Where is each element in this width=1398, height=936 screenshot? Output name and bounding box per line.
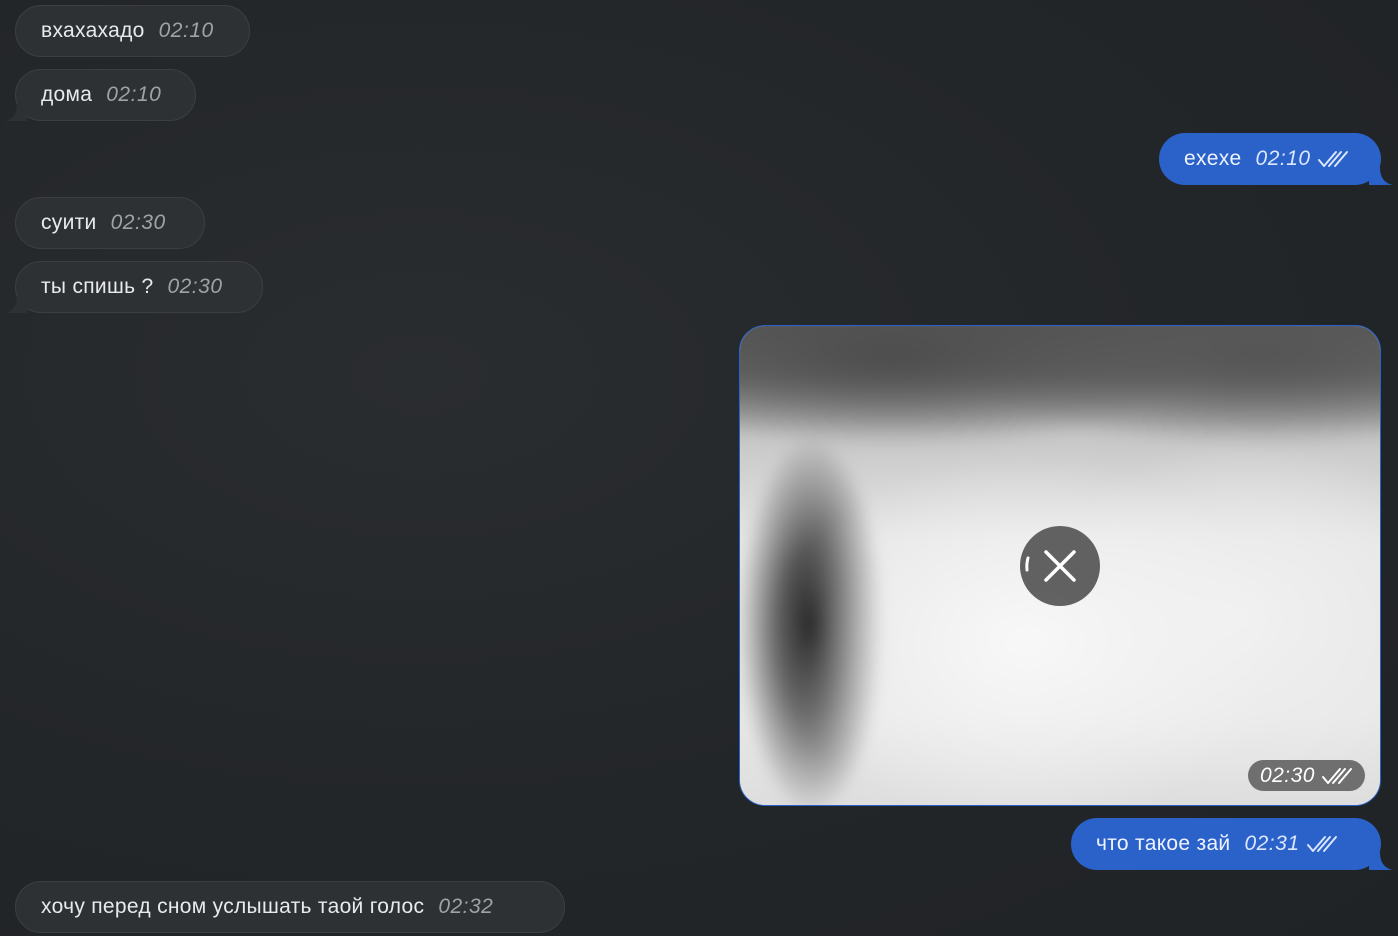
- message-time: 02:30: [1259, 763, 1315, 787]
- incoming-message[interactable]: хочу перед сном услышать таой голос 02:3…: [15, 881, 565, 933]
- message-time: 02:10: [106, 83, 162, 106]
- message-text: ты спишь ?: [41, 275, 154, 298]
- message-time: 02:30: [110, 211, 166, 234]
- message-time: 02:10: [1255, 147, 1311, 170]
- double-check-icon: [1317, 151, 1348, 167]
- double-check-icon: [1306, 836, 1337, 852]
- message-text: суити: [41, 211, 97, 234]
- message-time: 02:10: [158, 19, 214, 42]
- incoming-message[interactable]: суити 02:30: [15, 197, 205, 249]
- outgoing-message[interactable]: что такое зай 02:31: [1071, 818, 1393, 870]
- bubble-tail: [1369, 850, 1393, 870]
- cancel-download-button[interactable]: [1020, 526, 1100, 606]
- incoming-message[interactable]: вхахахадо 02:10: [15, 5, 250, 57]
- double-check-icon: [1322, 767, 1352, 784]
- outgoing-message[interactable]: exexe 02:10: [1159, 133, 1393, 185]
- message-text: что такое зай: [1096, 832, 1231, 855]
- message-time: 02:30: [167, 275, 223, 298]
- incoming-message[interactable]: ты спишь ? 02:30: [5, 261, 263, 313]
- close-icon: [1025, 550, 1076, 582]
- message-text: вхахахадо: [41, 19, 145, 42]
- message-time: 02:32: [438, 895, 494, 918]
- message-text: дома: [41, 83, 93, 106]
- outgoing-photo-message[interactable]: 02:30: [739, 325, 1381, 806]
- bubble-tail: [5, 101, 27, 121]
- bubble-tail: [5, 293, 27, 313]
- bubble-tail: [1369, 165, 1393, 185]
- photo-time-badge: 02:30: [1247, 760, 1365, 791]
- message-time: 02:31: [1244, 832, 1300, 855]
- incoming-message[interactable]: дома 02:10: [5, 69, 196, 121]
- message-text: exexe: [1184, 147, 1242, 170]
- message-text: хочу перед сном услышать таой голос: [41, 895, 425, 918]
- chat-area: вхахахадо 02:10 дома 02:10 exexe 02:10 с…: [0, 0, 1398, 936]
